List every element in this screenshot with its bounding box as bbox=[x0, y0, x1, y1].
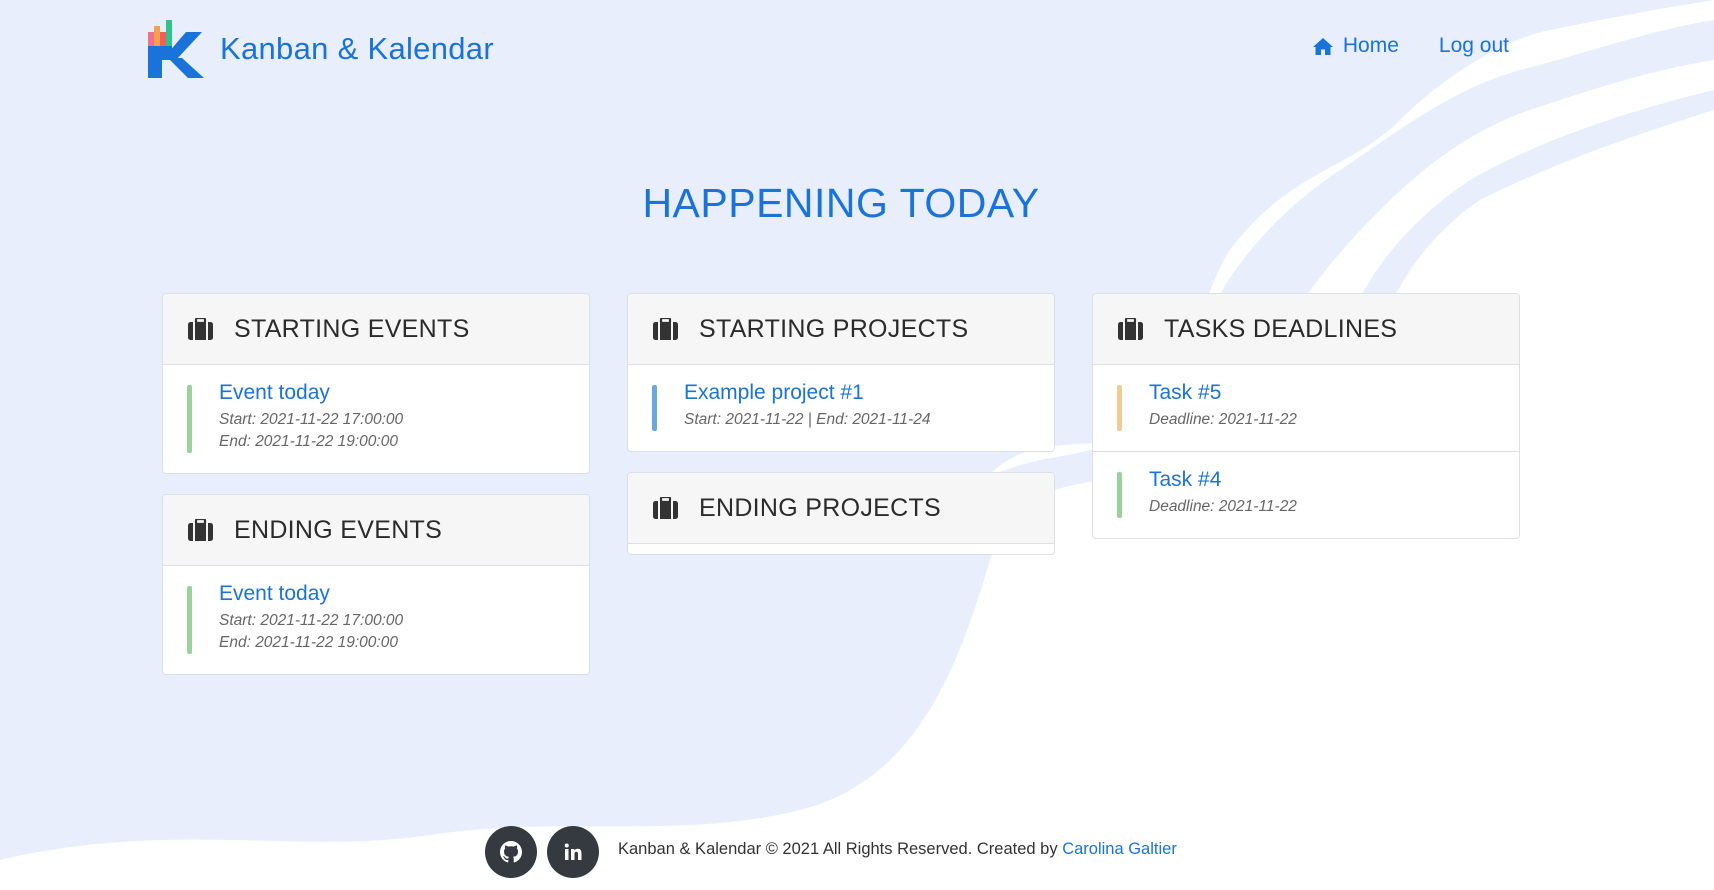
column-projects: STARTING PROJECTS Example project #1 Sta… bbox=[627, 293, 1055, 575]
item-link[interactable]: Event today bbox=[219, 381, 569, 405]
home-icon bbox=[1312, 37, 1333, 55]
briefcase-icon bbox=[188, 318, 213, 340]
card-tasks-deadlines: TASKS DEADLINES Task #5 Deadline: 2021-1… bbox=[1092, 293, 1520, 539]
list-item: Event today Start: 2021-11-22 17:00:00 E… bbox=[163, 566, 589, 674]
list-item: Task #5 Deadline: 2021-11-22 bbox=[1093, 365, 1519, 452]
card-header: ENDING PROJECTS bbox=[628, 473, 1054, 544]
brand-link[interactable]: Kanban & Kalendar bbox=[146, 18, 494, 80]
item-link[interactable]: Task #5 bbox=[1149, 381, 1499, 405]
item-meta: Deadline: 2021-11-22 bbox=[1149, 411, 1297, 428]
status-bar bbox=[652, 385, 657, 431]
status-bar bbox=[1117, 472, 1122, 518]
item-link[interactable]: Example project #1 bbox=[684, 381, 1034, 405]
card-title: STARTING EVENTS bbox=[234, 314, 470, 343]
item-meta: Start: 2021-11-22 17:00:00 bbox=[219, 612, 404, 629]
card-title: STARTING PROJECTS bbox=[699, 314, 969, 343]
brand-name: Kanban & Kalendar bbox=[220, 31, 494, 66]
navbar: Kanban & Kalendar Home Log out bbox=[0, 0, 1714, 100]
card-title: ENDING PROJECTS bbox=[699, 493, 942, 522]
card-header: ENDING EVENTS bbox=[163, 495, 589, 566]
footer: Kanban & Kalendar © 2021 All Rights Rese… bbox=[0, 826, 1714, 878]
item-meta: End: 2021-11-22 19:00:00 bbox=[219, 433, 398, 450]
github-icon bbox=[500, 841, 522, 863]
item-link[interactable]: Event today bbox=[219, 582, 569, 606]
page-title: HAPPENING TODAY bbox=[642, 180, 1040, 226]
briefcase-icon bbox=[653, 497, 678, 519]
nav-home-label: Home bbox=[1342, 34, 1399, 57]
card-starting-projects: STARTING PROJECTS Example project #1 Sta… bbox=[627, 293, 1055, 452]
footer-copyright: Kanban & Kalendar © 2021 All Rights Rese… bbox=[618, 840, 1177, 859]
nav-logout-link[interactable]: Log out bbox=[1439, 34, 1509, 58]
item-meta: End: 2021-11-22 19:00:00 bbox=[219, 634, 398, 651]
item-meta: Start: 2021-11-22 17:00:00 bbox=[219, 411, 404, 428]
status-bar bbox=[1117, 385, 1122, 431]
kanban-kalendar-logo bbox=[148, 20, 204, 78]
briefcase-icon bbox=[653, 318, 678, 340]
list-item: Example project #1 Start: 2021-11-22 | E… bbox=[628, 365, 1054, 451]
card-ending-projects: ENDING PROJECTS bbox=[627, 472, 1055, 555]
linkedin-icon bbox=[564, 843, 582, 860]
linkedin-button[interactable] bbox=[547, 826, 599, 878]
status-bar bbox=[187, 385, 192, 453]
empty-list bbox=[628, 544, 1054, 554]
briefcase-icon bbox=[188, 519, 213, 541]
card-header: TASKS DEADLINES bbox=[1093, 294, 1519, 365]
copyright-text: Kanban & Kalendar © 2021 All Rights Rese… bbox=[618, 840, 1058, 858]
column-tasks: TASKS DEADLINES Task #5 Deadline: 2021-1… bbox=[1092, 293, 1520, 559]
list-item: Task #4 Deadline: 2021-11-22 bbox=[1093, 452, 1519, 538]
list-item: Event today Start: 2021-11-22 17:00:00 E… bbox=[163, 365, 589, 473]
card-title: TASKS DEADLINES bbox=[1164, 314, 1398, 343]
card-starting-events: STARTING EVENTS Event today Start: 2021-… bbox=[162, 293, 590, 474]
author-link[interactable]: Carolina Galtier bbox=[1062, 840, 1177, 858]
github-button[interactable] bbox=[485, 826, 537, 878]
briefcase-icon bbox=[1118, 318, 1143, 340]
item-meta: Deadline: 2021-11-22 bbox=[1149, 498, 1297, 515]
nav-logout-label: Log out bbox=[1438, 34, 1509, 57]
status-bar bbox=[187, 586, 192, 654]
card-header: STARTING EVENTS bbox=[163, 294, 589, 365]
card-title: ENDING EVENTS bbox=[234, 515, 443, 544]
item-link[interactable]: Task #4 bbox=[1149, 468, 1499, 492]
item-meta: Start: 2021-11-22 | End: 2021-11-24 bbox=[684, 411, 931, 428]
column-events: STARTING EVENTS Event today Start: 2021-… bbox=[162, 293, 590, 695]
card-header: STARTING PROJECTS bbox=[628, 294, 1054, 365]
card-ending-events: ENDING EVENTS Event today Start: 2021-11… bbox=[162, 494, 590, 675]
nav-links: Home Log out bbox=[1272, 34, 1509, 58]
nav-home-link[interactable]: Home bbox=[1312, 34, 1399, 58]
